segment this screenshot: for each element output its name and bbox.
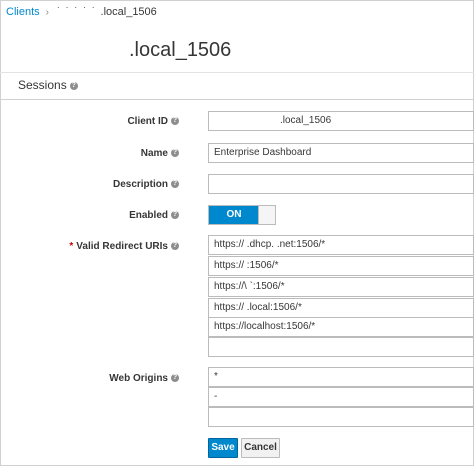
enabled-toggle[interactable]: ON (208, 205, 276, 225)
redirect-uris-label: * Valid Redirect URIs? (69, 241, 179, 252)
name-label: Name? (140, 148, 179, 159)
name-field[interactable]: Enterprise Dashboard (208, 143, 474, 163)
enabled-label: Enabled? (129, 210, 179, 221)
help-icon[interactable]: ? (171, 374, 179, 383)
help-icon[interactable]: ? (171, 149, 179, 158)
help-icon[interactable]: ? (69, 81, 78, 90)
tab-divider (0, 99, 474, 100)
help-icon[interactable]: ? (171, 117, 179, 126)
toggle-knob[interactable] (258, 206, 275, 224)
save-button[interactable]: Save (208, 438, 238, 458)
cancel-button[interactable]: Cancel (241, 438, 280, 458)
breadcrumb: Clients › ˙ ˙ ˙ ˙ ˙ .local_1506 (6, 6, 157, 18)
breadcrumb-current: .local_1506 (100, 6, 157, 18)
web-origin-new-field[interactable] (208, 407, 474, 427)
redirect-uri-field[interactable]: https://\ `:1506/* (208, 277, 474, 297)
description-field[interactable] (208, 174, 474, 194)
web-origins-label: Web Origins? (109, 373, 179, 384)
client-id-field[interactable]: .local_1506 (208, 111, 474, 131)
chevron-right-icon: › (45, 7, 49, 18)
redirect-uri-field[interactable]: https:// :1506/* (208, 256, 474, 276)
redirect-uri-new-field[interactable] (208, 337, 474, 357)
redirect-uri-field[interactable]: https:// .local:1506/* (208, 298, 474, 318)
web-origin-field[interactable]: - (208, 387, 474, 407)
client-id-label: Client ID? (127, 116, 179, 127)
description-label: Description? (112, 179, 179, 190)
help-icon[interactable]: ? (171, 211, 179, 220)
breadcrumb-clients-link[interactable]: Clients (6, 6, 40, 18)
redirect-uri-field[interactable]: https:// .dhcp. .net:1506/* (208, 235, 474, 255)
redirect-uri-field[interactable]: https://localhost:1506/* (208, 317, 474, 337)
header-divider (0, 72, 474, 73)
tab-sessions[interactable]: Sessions? (18, 78, 78, 92)
toggle-on-label: ON (209, 206, 259, 224)
help-icon[interactable]: ? (171, 242, 179, 251)
web-origin-field[interactable]: * (208, 367, 474, 387)
tab-sessions-label: Sessions (18, 78, 67, 92)
page-title: .local_1506 (129, 39, 232, 61)
required-marker: * (69, 241, 74, 252)
help-icon[interactable]: ? (171, 180, 179, 189)
breadcrumb-redacted-text: ˙ ˙ ˙ ˙ ˙ (56, 6, 97, 18)
